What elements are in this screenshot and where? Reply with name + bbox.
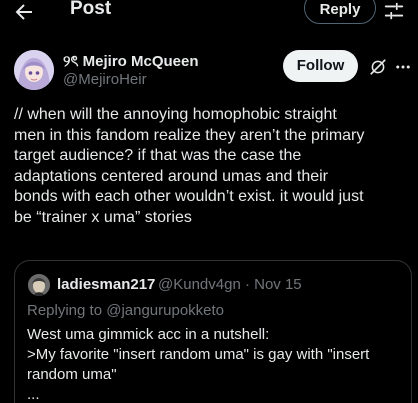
post-text-line: bonds with each other wouldn’t exist. it… [14, 188, 364, 206]
post-text-line: // when will the annoying homophobic str… [14, 106, 337, 123]
quoted-text-line: >My favorite "insert random uma" is gay … [27, 346, 370, 363]
replying-to-mention[interactable]: @jangurupokketo [106, 302, 224, 319]
follow-button[interactable]: Follow [283, 50, 358, 82]
post-text: // when will the annoying homophobic str… [14, 105, 414, 229]
post-text-line: be “trainer x uma” stories [14, 208, 192, 226]
avatar[interactable] [14, 50, 54, 90]
quoted-text-line: ... [27, 386, 40, 403]
sliders-icon[interactable] [383, 0, 405, 22]
page-title: Post [70, 0, 112, 19]
quoted-avatar[interactable] [28, 274, 50, 296]
top-bar: Post Reply [0, 0, 418, 26]
quoted-author-handle[interactable]: @Kundv4gn · Nov 15 [158, 276, 302, 293]
replying-to: Replying to @jangurupokketo [27, 302, 224, 319]
reply-button[interactable]: Reply [304, 0, 376, 24]
arrow-left-icon[interactable] [12, 0, 36, 24]
author-handle[interactable]: @MejiroHeir [63, 71, 147, 88]
quoted-text-line: random uma" [27, 366, 117, 383]
quoted-text-line: West uma gimmick acc in a nutshell: [27, 326, 270, 343]
quoted-avatar-image [28, 274, 50, 296]
quoted-author-name[interactable]: ladiesman217 [57, 276, 155, 293]
post-text-line: men in this fandom realize they aren’t t… [14, 126, 365, 144]
quoted-text: West uma gimmick acc in a nutshell: >My … [27, 325, 407, 403]
replying-to-prefix: Replying to [27, 302, 107, 319]
post-text-line: target audience? if that was the case th… [14, 147, 302, 165]
grok-icon[interactable] [369, 58, 387, 76]
post-text-line: adaptations centered around umas and the… [14, 167, 328, 185]
more-icon[interactable] [394, 58, 412, 76]
quoted-post[interactable]: ladiesman217 @Kundv4gn · Nov 15 Replying… [14, 260, 412, 403]
avatar-image [14, 50, 54, 90]
